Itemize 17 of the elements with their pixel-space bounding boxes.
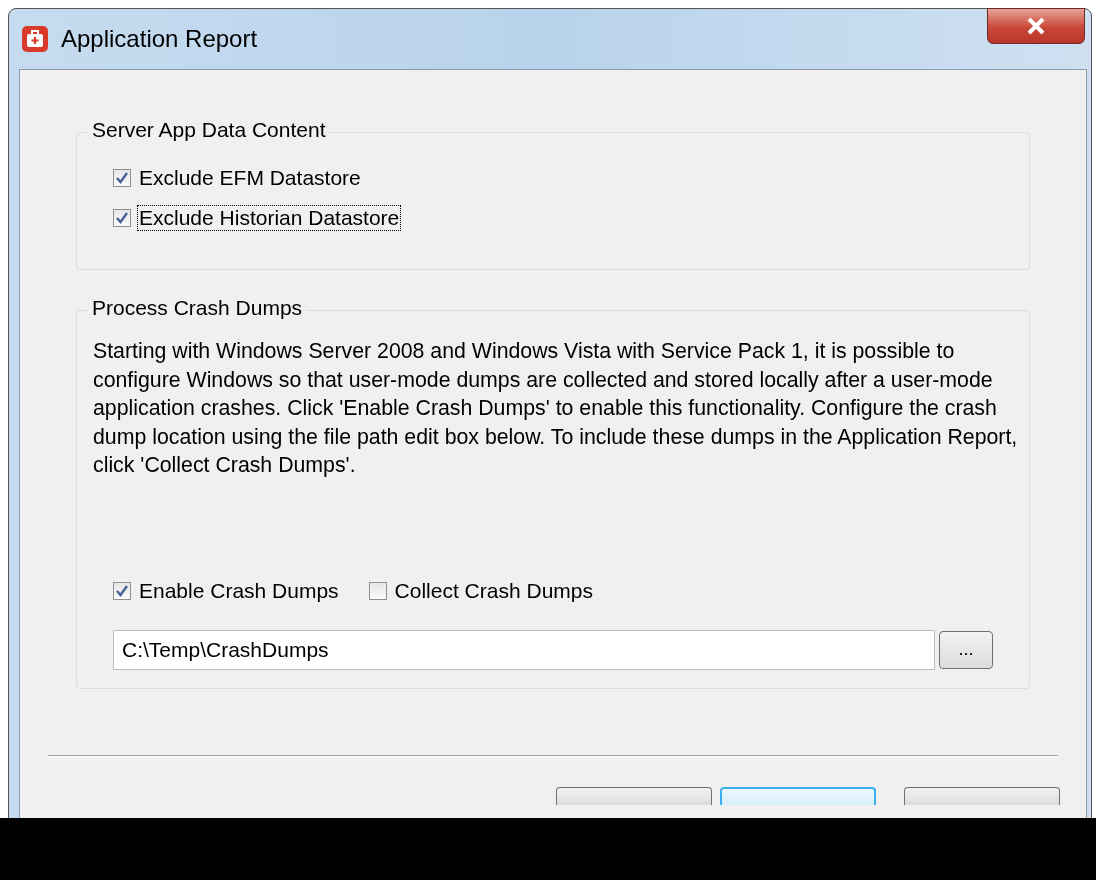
checkbox[interactable] bbox=[113, 581, 131, 600]
checkbox-label[interactable]: Exclude Historian Datastore bbox=[137, 205, 402, 231]
window-title: Application Report bbox=[61, 25, 258, 53]
description-text: Starting with Windows Server 2008 and Windows Vista with Service Pack 1, it is possible to configure Windows so that user-mode dumps are collected and stored locally after a user-mode application crashes. Click 'Enable Crash Dumps' to enable this functionality. Configure the crash dump location using the file path edit box below. To include these dumps in the Application Report, click 'Collect Crash Dumps'. bbox=[93, 338, 1019, 479]
checkbox[interactable] bbox=[368, 581, 387, 600]
checkbox[interactable] bbox=[113, 209, 131, 227]
close-icon bbox=[1025, 17, 1047, 35]
checkbox[interactable] bbox=[113, 169, 131, 187]
checkbox-label[interactable]: Collect Crash Dumps bbox=[392, 577, 595, 604]
first-aid-kit-icon bbox=[21, 25, 49, 53]
footer-button[interactable] bbox=[904, 786, 1060, 805]
checkbox-label[interactable]: Exclude EFM Datastore bbox=[137, 165, 363, 191]
path-field[interactable]: C:\Temp\CrashDumps bbox=[113, 629, 935, 670]
footer-button[interactable] bbox=[556, 786, 712, 805]
close-button[interactable] bbox=[987, 8, 1085, 44]
browse-button[interactable]: ... bbox=[939, 630, 993, 669]
checkbox-label[interactable]: Enable Crash Dumps bbox=[137, 577, 341, 604]
